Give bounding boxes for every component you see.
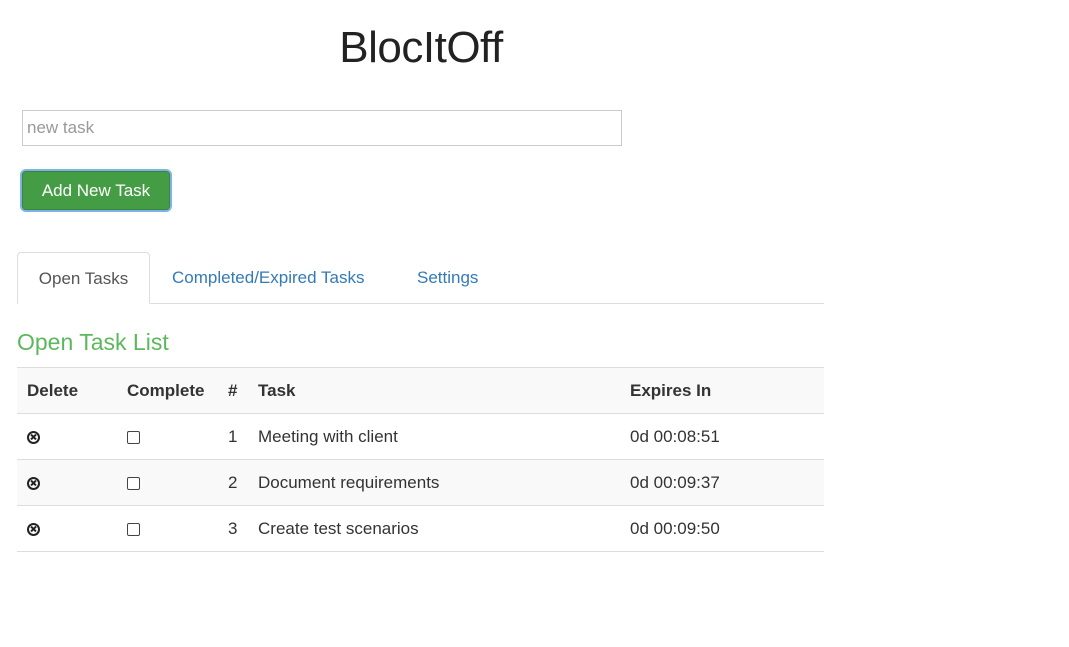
task-name: Create test scenarios [248, 505, 620, 552]
table-row: 1 Meeting with client 0d 00:08:51 [17, 413, 824, 460]
task-number: 1 [218, 413, 248, 460]
tab-settings[interactable]: Settings [417, 252, 478, 304]
complete-checkbox[interactable] [127, 476, 140, 490]
task-tabs: Open Tasks Completed/Expired Tasks Setti… [17, 252, 824, 304]
task-expires-in: 0d 00:08:51 [620, 413, 824, 460]
table-row: 2 Document requirements 0d 00:09:37 [17, 459, 824, 506]
open-task-list-heading: Open Task List [17, 329, 169, 355]
task-number: 2 [218, 459, 248, 506]
complete-checkbox[interactable] [127, 522, 140, 536]
delete-cell [17, 413, 117, 460]
app-title: BlocItOff [339, 23, 503, 72]
task-expires-in: 0d 00:09:37 [620, 459, 824, 506]
header-task: Task [248, 367, 620, 414]
add-new-task-button[interactable]: Add New Task [22, 171, 170, 210]
task-expires-in: 0d 00:09:50 [620, 505, 824, 552]
complete-checkbox[interactable] [127, 430, 140, 444]
circle-x-icon[interactable] [27, 476, 40, 490]
complete-cell [117, 505, 218, 552]
complete-cell [117, 459, 218, 506]
tab-open-tasks[interactable]: Open Tasks [17, 252, 150, 304]
new-task-input[interactable] [22, 110, 622, 146]
task-number: 3 [218, 505, 248, 552]
header-delete: Delete [17, 367, 117, 414]
header-complete: Complete [117, 367, 218, 414]
header-number: # [218, 367, 248, 414]
complete-cell [117, 413, 218, 460]
delete-cell [17, 459, 117, 506]
task-name: Document requirements [248, 459, 620, 506]
header-expires-in: Expires In [620, 367, 824, 414]
circle-x-icon[interactable] [27, 430, 40, 444]
circle-x-icon[interactable] [27, 522, 40, 536]
tab-completed-expired-tasks[interactable]: Completed/Expired Tasks [172, 252, 364, 304]
table-row: 3 Create test scenarios 0d 00:09:50 [17, 505, 824, 552]
delete-cell [17, 505, 117, 552]
table-header-row: Delete Complete # Task Expires In [17, 367, 824, 414]
task-name: Meeting with client [248, 413, 620, 460]
open-task-table: Delete Complete # Task Expires In 1 Meet… [17, 367, 824, 552]
